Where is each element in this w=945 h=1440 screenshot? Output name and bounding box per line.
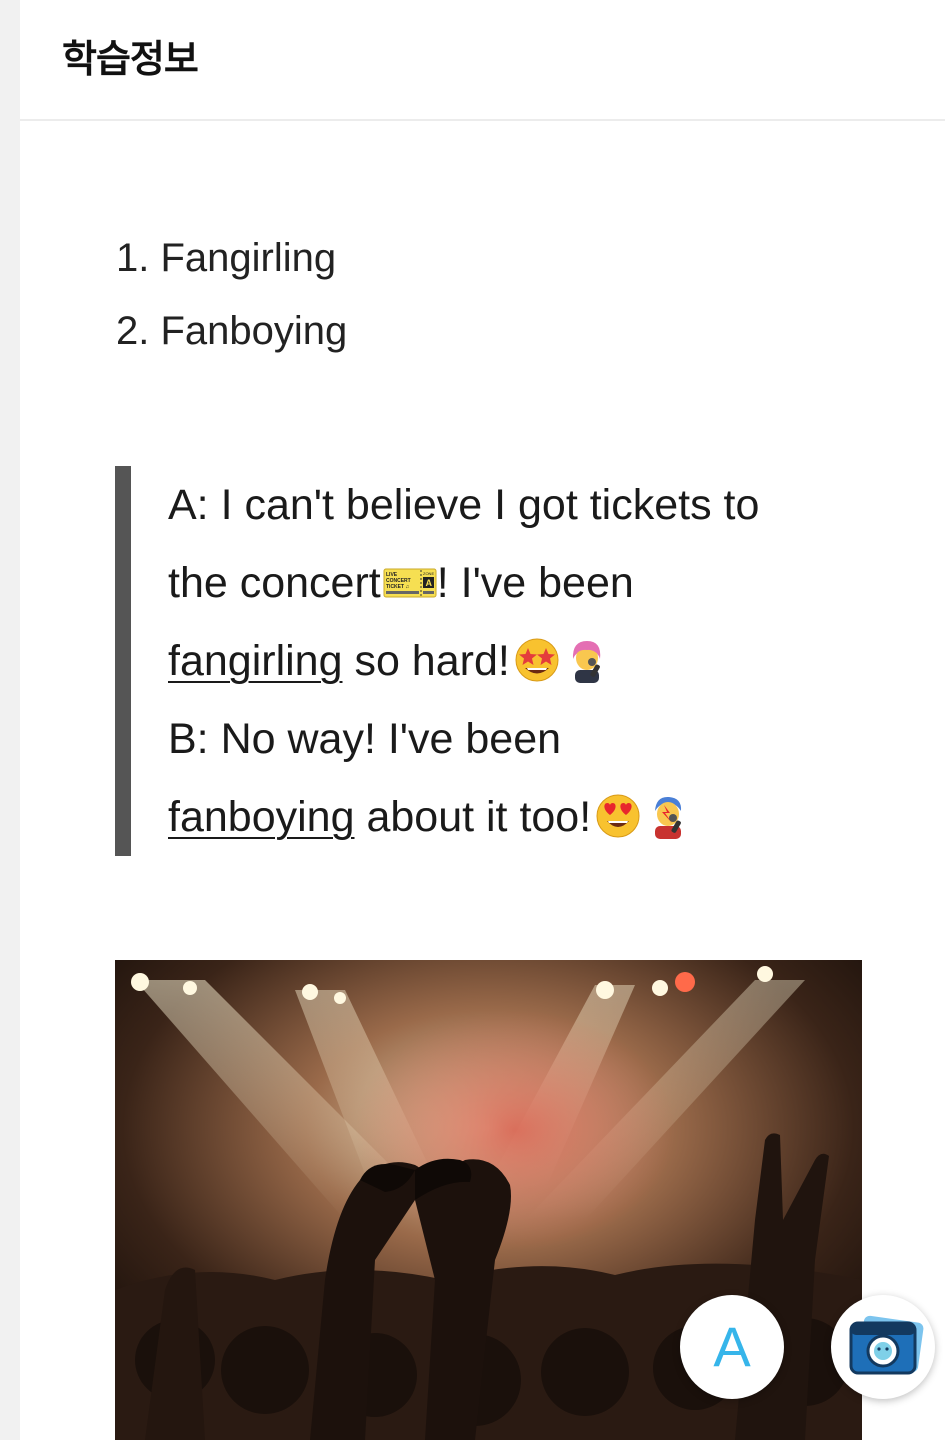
dialogue-line: B: No way! I've been [168, 700, 848, 778]
ticket-zone-label: ZONE [423, 571, 434, 576]
ticket-line-c: TICKET ♫ [386, 584, 409, 590]
heart-eyes-emoji [596, 794, 640, 838]
page-title: 학습정보 [62, 37, 199, 81]
star-struck-emoji [515, 638, 559, 682]
camera-icon [849, 1315, 924, 1375]
woman-singer-emoji [572, 641, 601, 683]
dialogue-line: fangirling so hard! [168, 622, 848, 700]
dialogue-line: A: I can't believe I got tickets to [168, 466, 848, 544]
keyword-fanboying: fanboying [168, 793, 355, 841]
dialogue-line-text: ! I've been [436, 559, 634, 607]
man-singer-emoji [655, 796, 682, 839]
translate-button-label: A [713, 1315, 751, 1378]
quote-bar [115, 466, 131, 856]
dialogue-line: fanboying about it too! [168, 778, 848, 856]
list-item: 2. Fanboying [116, 309, 348, 353]
dialogue-text: A: I can't believe I got tickets to the … [168, 466, 848, 856]
dialogue-line-text: A: I can't believe I got tickets to [168, 481, 760, 529]
dialogue-line-text: B: No way! I've been [168, 715, 562, 763]
dialogue-quote: A: I can't believe I got tickets to the … [115, 466, 835, 856]
camera-button[interactable] [831, 1295, 935, 1399]
term-list: 1. Fangirling 2. Fanboying [116, 222, 347, 368]
ticket-zone: A [425, 578, 432, 588]
dialogue-line-text: so hard! [342, 637, 510, 685]
dialogue-line-text: about it too! [354, 793, 592, 841]
ticket-emoji: LIVE CONCERT TICKET ♫ ZONE A [383, 568, 437, 598]
keyword-fangirling: fangirling [168, 637, 343, 685]
list-item: 1. Fangirling [116, 236, 337, 280]
header: 학습정보 [20, 0, 945, 121]
page: 학습정보 1. Fangirling 2. Fanboying A: I can… [20, 0, 945, 1440]
translate-button[interactable]: A [680, 1295, 784, 1399]
dialogue-line: the concert LIVE CONCERT TICKET ♫ ZONE A… [168, 544, 848, 622]
dialogue-line-text: the concert [168, 559, 381, 607]
